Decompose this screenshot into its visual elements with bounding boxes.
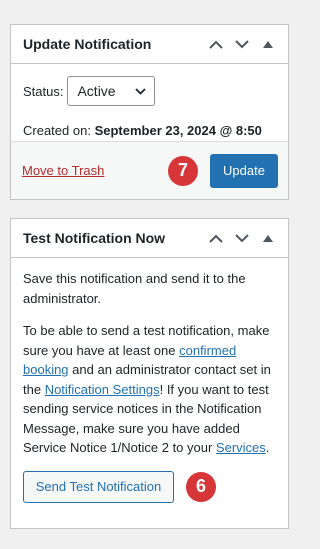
- panel-title: Test Notification Now: [23, 230, 166, 246]
- toggle-panel-button[interactable]: [258, 228, 278, 248]
- triangle-up-icon: [263, 40, 273, 48]
- footer-actions: 7 Update: [168, 153, 278, 188]
- notification-settings-link[interactable]: Notification Settings: [45, 382, 160, 397]
- step-badge: 6: [186, 471, 216, 502]
- move-down-button[interactable]: [232, 34, 252, 54]
- panel-header-actions: [206, 34, 278, 54]
- panel-footer: Move to Trash 7 Update: [11, 141, 288, 199]
- status-label: Status:: [23, 83, 64, 99]
- panel-header-actions: [206, 228, 278, 248]
- instructions-part: .: [265, 440, 270, 455]
- move-down-button[interactable]: [232, 228, 252, 248]
- send-test-notification-button[interactable]: Send Test Notification: [23, 470, 174, 503]
- status-select[interactable]: Active: [67, 76, 156, 106]
- panel-title: Update Notification: [23, 36, 152, 52]
- chevron-down-icon: [235, 39, 249, 48]
- created-on-label: Created on:: [23, 123, 91, 138]
- panel-header: Update Notification: [11, 25, 288, 64]
- update-button[interactable]: Update: [210, 153, 278, 188]
- step-badge: 7: [168, 155, 198, 186]
- toggle-panel-button[interactable]: [258, 34, 278, 54]
- triangle-up-icon: [263, 234, 273, 242]
- intro-text: Save this notification and send it to th…: [23, 271, 246, 306]
- chevron-down-icon: [135, 87, 147, 95]
- panel-body: Save this notification and send it to th…: [11, 258, 288, 513]
- chevron-up-icon: [209, 234, 223, 243]
- services-link[interactable]: Services: [216, 440, 266, 455]
- chevron-up-icon: [209, 40, 223, 49]
- test-notification-panel: Test Notification Now Save this notifica…: [10, 218, 289, 529]
- move-up-button[interactable]: [206, 34, 226, 54]
- update-notification-panel: Update Notification Status: Active Creat…: [10, 24, 289, 200]
- instructions-text: To be able to send a test notification, …: [23, 321, 276, 458]
- status-select-value: Active: [77, 83, 116, 99]
- send-row: Send Test Notification 6: [23, 470, 276, 503]
- status-row: Status: Active: [23, 76, 276, 106]
- panel-header: Test Notification Now: [11, 219, 288, 258]
- chevron-down-icon: [235, 233, 249, 242]
- move-to-trash-link[interactable]: Move to Trash: [22, 163, 104, 178]
- move-up-button[interactable]: [206, 228, 226, 248]
